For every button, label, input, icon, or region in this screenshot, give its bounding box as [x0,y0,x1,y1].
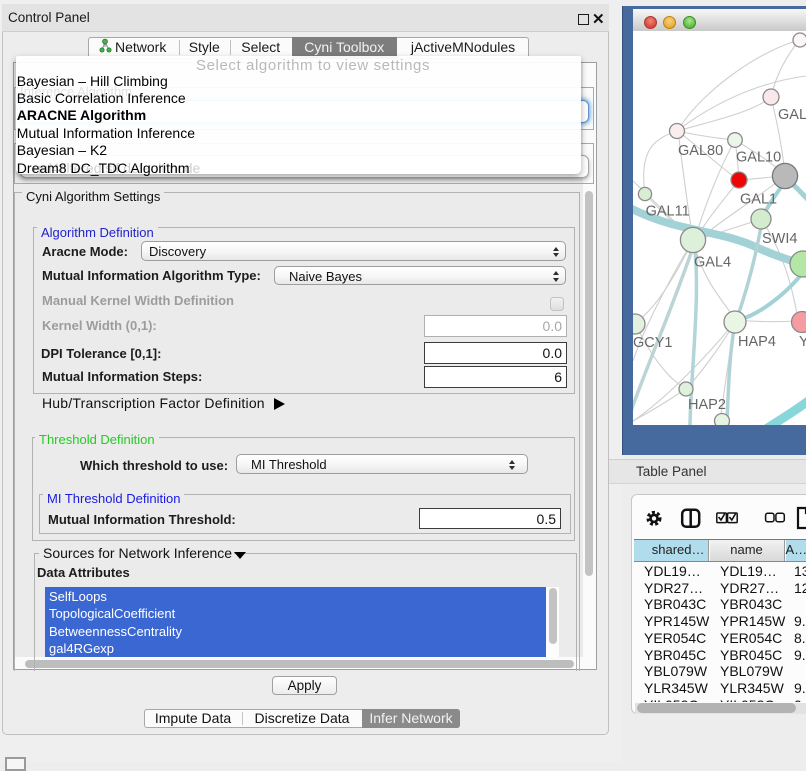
svg-text:GAL11: GAL11 [646,203,690,219]
svg-text:GAL1: GAL1 [740,192,777,208]
svg-text:YEL0: YEL0 [799,334,806,350]
svg-text:GCY1: GCY1 [633,335,673,351]
svg-text:GAL4: GAL4 [694,255,731,271]
svg-text:HAP2: HAP2 [688,397,726,413]
svg-text:SWI4: SWI4 [762,231,797,247]
svg-text:GAL80: GAL80 [678,143,723,159]
svg-text:HAP4: HAP4 [738,334,776,350]
svg-text:GAL7: GAL7 [778,107,806,123]
svg-text:GAL10: GAL10 [736,150,781,166]
